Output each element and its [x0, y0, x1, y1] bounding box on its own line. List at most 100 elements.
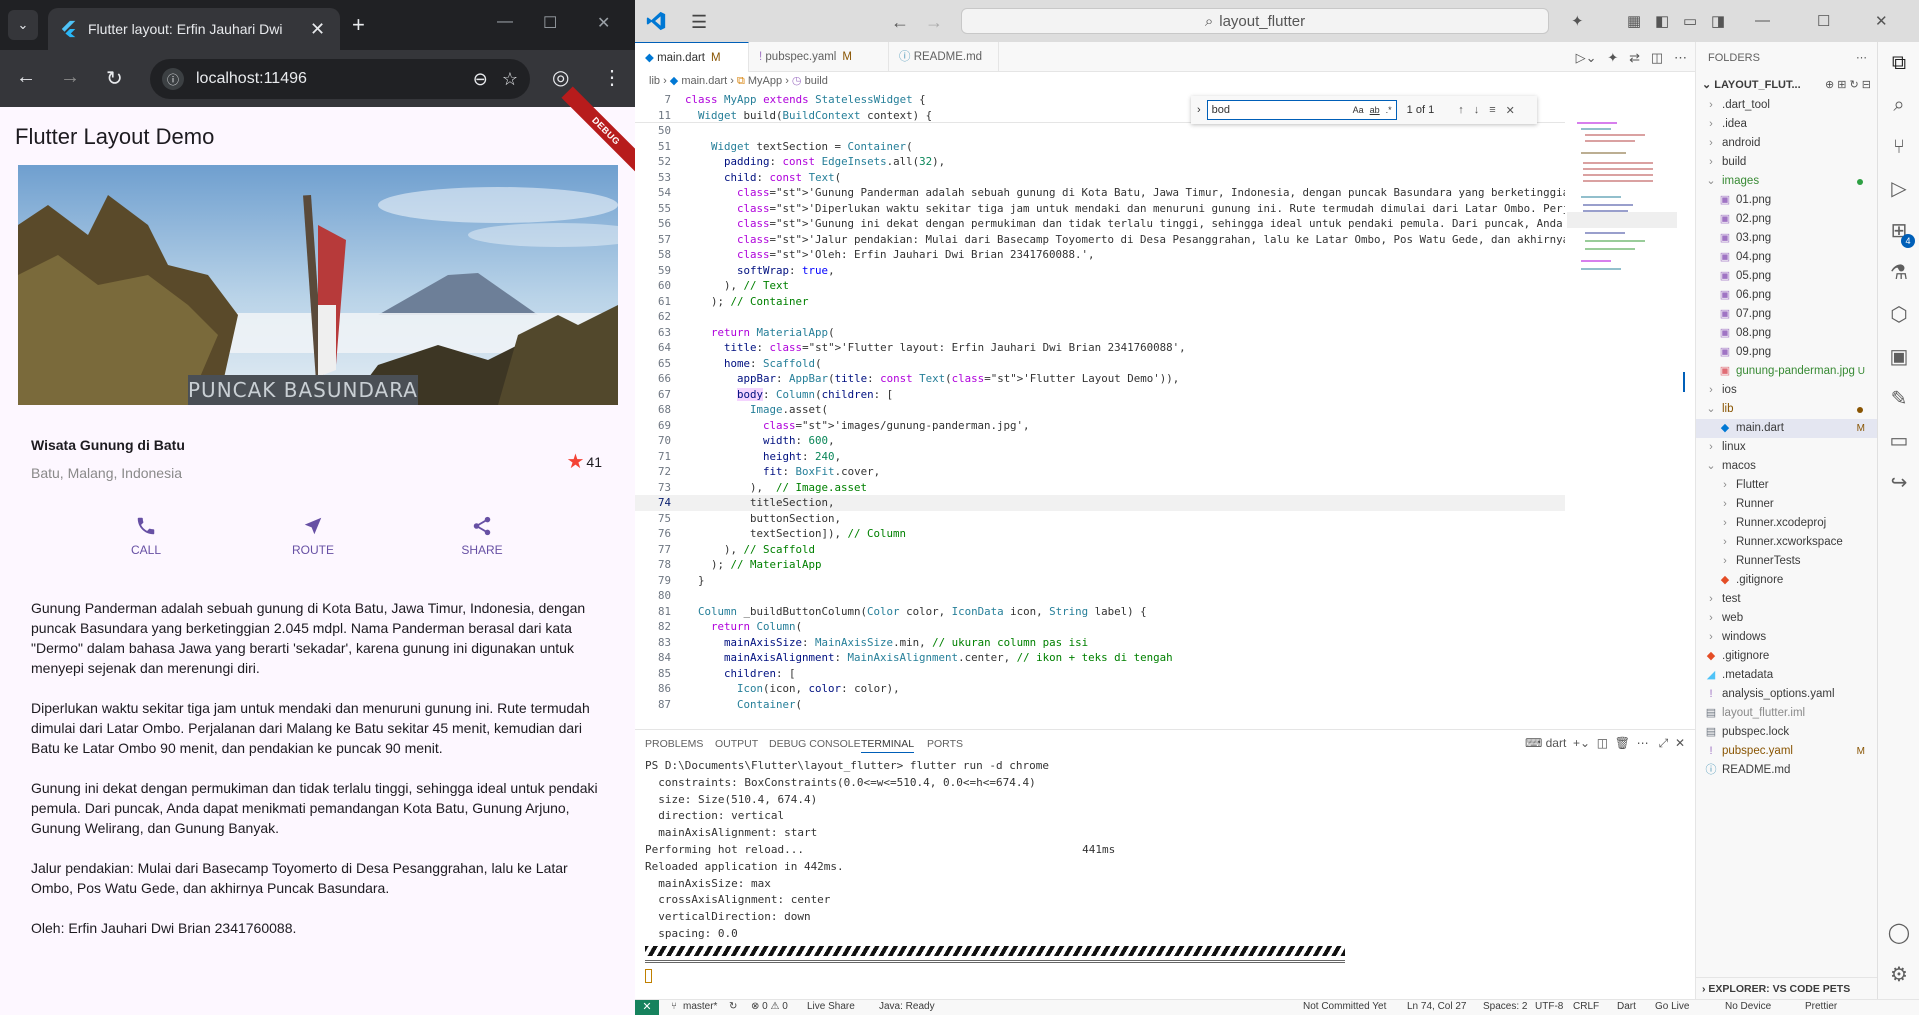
- copilot-icon[interactable]: ✦: [1571, 12, 1584, 30]
- code-line[interactable]: 84 mainAxisAlignment: MainAxisAlignment.…: [635, 650, 1565, 666]
- minimap[interactable]: [1567, 92, 1677, 729]
- tree-file[interactable]: ▣ 06.png: [1696, 286, 1877, 305]
- code-line[interactable]: 52 padding: const EdgeInsets.all(32),: [635, 154, 1565, 170]
- package-icon[interactable]: ⬡: [1886, 302, 1912, 328]
- code-line[interactable]: 82 return Column(: [635, 619, 1565, 635]
- tree-file[interactable]: ▤ pubspec.lock: [1696, 723, 1877, 742]
- tree-file[interactable]: ! pubspec.yaml M: [1696, 742, 1877, 761]
- line-ending[interactable]: CRLF: [1573, 1001, 1599, 1012]
- terminal-output[interactable]: PS D:\Documents\Flutter\layout_flutter> …: [645, 758, 1685, 986]
- tree-file[interactable]: ! analysis_options.yaml: [1696, 685, 1877, 704]
- remote-explorer-icon[interactable]: ▣: [1886, 344, 1912, 370]
- forward-icon[interactable]: →: [60, 66, 80, 89]
- git-branch[interactable]: master*: [683, 1001, 717, 1012]
- pets-panel-header[interactable]: › EXPLORER: VS CODE PETS: [1696, 977, 1877, 999]
- account-icon[interactable]: ◯: [1886, 920, 1912, 946]
- arrow-up-icon[interactable]: ↑: [1458, 104, 1464, 116]
- breadcrumb-item[interactable]: lib: [649, 75, 660, 87]
- new-tab-button[interactable]: +: [352, 12, 365, 38]
- new-folder-icon[interactable]: ⊞: [1837, 79, 1846, 91]
- code-line[interactable]: 70 width: 600,: [635, 433, 1565, 449]
- code-line[interactable]: 65 home: Scaffold(: [635, 356, 1565, 372]
- tree-folder[interactable]: › linux: [1696, 438, 1877, 457]
- maximize-icon[interactable]: ☐: [543, 13, 557, 33]
- find-in-selection-icon[interactable]: ≡: [1489, 104, 1495, 116]
- live-share-icon[interactable]: ↪: [1886, 470, 1912, 496]
- code-line[interactable]: 56 class="st">'Gunung ini dekat dengan p…: [635, 216, 1565, 232]
- more-actions-icon[interactable]: ⋯: [1637, 736, 1649, 750]
- copilot-edit-icon[interactable]: ✦: [1607, 50, 1618, 65]
- code-line[interactable]: 58 class="st">'Oleh: Erfin Jauhari Dwi B…: [635, 247, 1565, 263]
- split-terminal-icon[interactable]: ◫: [1597, 736, 1608, 750]
- tree-file[interactable]: ▣ 04.png: [1696, 248, 1877, 267]
- tree-file[interactable]: ⓘ README.md: [1696, 761, 1877, 780]
- tab-terminal[interactable]: TERMINAL: [861, 738, 915, 753]
- address-bar[interactable]: ⓘ localhost:11496 ⊖ ☆: [150, 59, 530, 99]
- tree-folder[interactable]: › android: [1696, 134, 1877, 153]
- match-case-icon[interactable]: Aa: [1353, 101, 1364, 119]
- code-line[interactable]: 55 class="st">'Diperlukan waktu sekitar …: [635, 201, 1565, 217]
- code-line[interactable]: 68 Image.asset(: [635, 402, 1565, 418]
- run-icon[interactable]: ▷⌄: [1576, 50, 1597, 65]
- code-line[interactable]: 67 body: Column(children: [: [635, 387, 1565, 403]
- share-button[interactable]: SHARE: [442, 515, 522, 557]
- tree-file[interactable]: ◢ .metadata: [1696, 666, 1877, 685]
- code-line[interactable]: 62: [635, 309, 1565, 325]
- toggle-secondary-sidebar-icon[interactable]: ◨: [1711, 12, 1725, 30]
- tree-folder[interactable]: ⌄ lib: [1696, 400, 1877, 419]
- command-center-search[interactable]: ⌕ layout_flutter: [961, 8, 1549, 34]
- tab-problems[interactable]: PROBLEMS: [645, 738, 703, 750]
- tab-close-icon[interactable]: ✕: [310, 19, 325, 40]
- git-blame[interactable]: Not Committed Yet: [1303, 1001, 1386, 1012]
- sync-icon[interactable]: ↻: [729, 1001, 737, 1012]
- zoom-icon[interactable]: ⊖: [473, 69, 488, 90]
- cursor-position[interactable]: Ln 74, Col 27: [1407, 1001, 1467, 1012]
- forward-icon[interactable]: →: [925, 12, 943, 33]
- code-line[interactable]: 61 ); // Container: [635, 294, 1565, 310]
- minimize-icon[interactable]: —: [1755, 12, 1770, 29]
- explorer-icon[interactable]: ⧉: [1886, 50, 1912, 76]
- trash-icon[interactable]: 🗑: [1615, 736, 1630, 750]
- search-icon[interactable]: ⌕: [1886, 92, 1912, 118]
- tree-folder[interactable]: › Runner: [1696, 495, 1877, 514]
- code-line[interactable]: 63 return MaterialApp(: [635, 325, 1565, 341]
- device-selector[interactable]: No Device: [1725, 1001, 1771, 1012]
- site-info-icon[interactable]: ⓘ: [162, 68, 184, 90]
- tree-folder[interactable]: ⌄ macos: [1696, 457, 1877, 476]
- java-status[interactable]: Java: Ready: [879, 1001, 935, 1012]
- tree-folder[interactable]: ⌄ images: [1696, 172, 1877, 191]
- close-icon[interactable]: ✕: [1506, 104, 1515, 117]
- code-line[interactable]: 80: [635, 588, 1565, 604]
- code-line[interactable]: 85 children: [: [635, 666, 1565, 682]
- code-line[interactable]: 69 class="st">'images/gunung-panderman.j…: [635, 418, 1565, 434]
- tree-file[interactable]: ◆ .gitignore: [1696, 647, 1877, 666]
- terminal-shell[interactable]: dart: [1546, 736, 1567, 750]
- tree-file[interactable]: ▣ 01.png: [1696, 191, 1877, 210]
- tab-readme[interactable]: ⓘ README.md: [889, 42, 999, 72]
- code-line[interactable]: 73 ), // Image.asset: [635, 480, 1565, 496]
- tree-folder[interactable]: › test: [1696, 590, 1877, 609]
- code-line[interactable]: 66 appBar: AppBar(title: const Text(clas…: [635, 371, 1565, 387]
- tab-output[interactable]: OUTPUT: [715, 738, 758, 750]
- tab-search-button[interactable]: ⌄: [8, 10, 38, 40]
- live-share[interactable]: Live Share: [807, 1001, 855, 1012]
- code-line[interactable]: 87 Container(: [635, 697, 1565, 713]
- code-line[interactable]: 51 Widget textSection = Container(: [635, 139, 1565, 155]
- tree-folder[interactable]: › ios: [1696, 381, 1877, 400]
- browser-tab[interactable]: Flutter layout: Erfin Jauhari Dwi ✕: [48, 8, 340, 50]
- toggle-panel-icon[interactable]: ▭: [1683, 12, 1697, 30]
- close-window-icon[interactable]: ✕: [1875, 12, 1888, 30]
- remote-icon[interactable]: ✕: [635, 1000, 659, 1015]
- tab-pubspec[interactable]: ! pubspec.yaml M: [749, 42, 889, 72]
- bookmark-star-icon[interactable]: ☆: [502, 69, 518, 90]
- tree-folder[interactable]: › .idea: [1696, 115, 1877, 134]
- chrome-menu-icon[interactable]: ⋮: [602, 65, 622, 90]
- toggle-sidebar-icon[interactable]: ◧: [1655, 12, 1669, 30]
- tree-file[interactable]: ▣ 09.png: [1696, 343, 1877, 362]
- breadcrumb-item[interactable]: main.dart: [681, 75, 727, 87]
- tree-file[interactable]: ▣ 05.png: [1696, 267, 1877, 286]
- encoding[interactable]: UTF-8: [1535, 1001, 1563, 1012]
- code-line[interactable]: 81 Column _buildButtonColumn(Color color…: [635, 604, 1565, 620]
- code-line[interactable]: 83 mainAxisSize: MainAxisSize.min, // uk…: [635, 635, 1565, 651]
- tree-folder[interactable]: › Runner.xcodeproj: [1696, 514, 1877, 533]
